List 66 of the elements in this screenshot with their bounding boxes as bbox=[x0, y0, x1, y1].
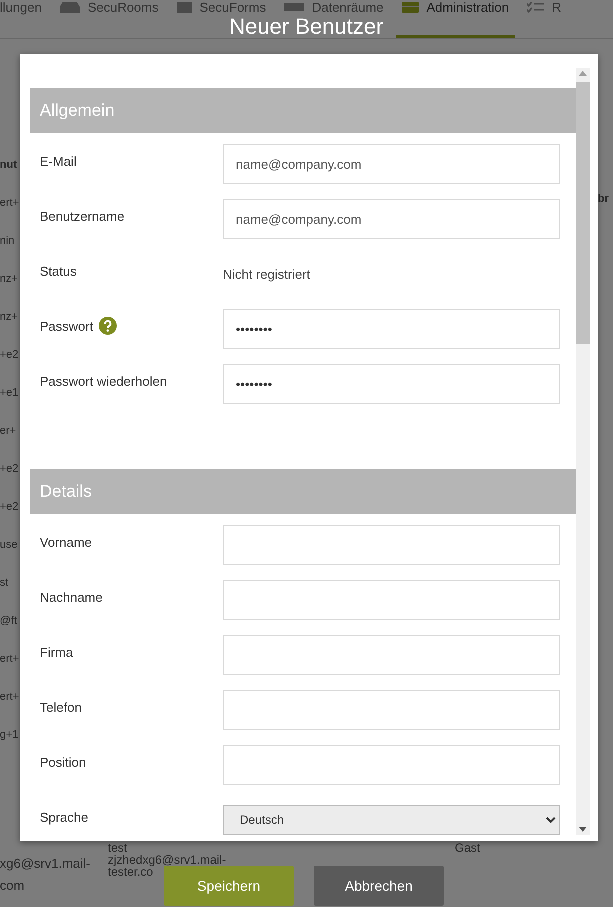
field-label: Vorname bbox=[40, 534, 92, 550]
field-label: Sprache bbox=[40, 810, 88, 824]
nav-tab[interactable]: SecuRooms bbox=[60, 0, 159, 14]
cancel-button[interactable]: Abbrechen bbox=[314, 866, 444, 906]
field-label: Telefon bbox=[40, 700, 82, 714]
input-field[interactable] bbox=[223, 635, 560, 675]
help-icon[interactable] bbox=[99, 317, 118, 335]
section-header: Details bbox=[30, 469, 576, 514]
briefcase-icon bbox=[402, 2, 419, 12]
field-label: Position bbox=[40, 754, 86, 770]
dialog-title: Neuer Benutzer bbox=[229, 15, 384, 39]
scrollbar-thumb[interactable] bbox=[576, 82, 590, 344]
list-icon bbox=[527, 2, 544, 12]
table-cell: tester.co bbox=[108, 866, 154, 878]
scroll-down-icon[interactable] bbox=[579, 827, 587, 832]
table-cell: g+1 bbox=[0, 728, 19, 742]
table-cell: nz+ bbox=[0, 272, 18, 286]
field-label: Status bbox=[40, 264, 77, 278]
nav-tab[interactable]: SecuForms bbox=[176, 0, 266, 14]
nav-tab[interactable]: Datenräume bbox=[284, 0, 384, 14]
input-field[interactable] bbox=[223, 580, 560, 620]
nav-tab[interactable]: Administration bbox=[402, 0, 510, 14]
table-cell: nin bbox=[0, 234, 15, 248]
tray-icon bbox=[60, 2, 80, 12]
field-label: E-Mail bbox=[40, 154, 77, 168]
table-header-cell: br bbox=[598, 193, 609, 205]
input-field[interactable]: name@company.com bbox=[223, 144, 560, 184]
input-field[interactable] bbox=[223, 525, 560, 565]
field-label: Passwort bbox=[40, 318, 94, 334]
table-cell: +e2 bbox=[0, 500, 19, 514]
field-label: Passwort wiederholen bbox=[40, 374, 168, 388]
field-label: Firma bbox=[40, 644, 74, 660]
input-field[interactable]: •••••••• bbox=[223, 309, 560, 349]
table-cell: use bbox=[0, 538, 18, 552]
table-cell: ert+ bbox=[0, 652, 20, 666]
box-icon bbox=[176, 2, 192, 12]
table-cell: st bbox=[0, 576, 9, 590]
language-dropdown[interactable]: Deutsch bbox=[223, 805, 560, 835]
table-cell: er+ bbox=[0, 424, 16, 438]
table-cell: zjzhedxg6@srv1.mail- bbox=[108, 854, 226, 866]
scrollbar[interactable] bbox=[576, 68, 590, 835]
input-field[interactable]: •••••••• bbox=[223, 364, 560, 404]
table-cell-text: com bbox=[0, 877, 25, 895]
table-cell: +e2 bbox=[0, 462, 19, 476]
table-cell-text: xg6@srv1.mail- bbox=[0, 855, 90, 873]
table-cell: +e2 bbox=[0, 348, 19, 362]
table-cell: nz+ bbox=[0, 310, 18, 324]
scroll-up-icon[interactable] bbox=[579, 71, 587, 76]
field-label: Benutzername bbox=[40, 208, 125, 224]
save-button[interactable]: Speichern bbox=[164, 866, 294, 906]
input-field[interactable]: name@company.com bbox=[223, 199, 560, 239]
table-cell: +e1 bbox=[0, 386, 19, 400]
nav-tab[interactable]: llungen bbox=[0, 0, 42, 14]
nav-tab[interactable]: R bbox=[527, 0, 562, 14]
table-cell: Gast bbox=[455, 842, 480, 854]
field-label: Nachname bbox=[40, 590, 103, 604]
table-cell: test bbox=[108, 842, 128, 854]
table-cell: ert+ bbox=[0, 690, 20, 704]
input-field[interactable] bbox=[223, 745, 560, 785]
table-cell: @ft bbox=[0, 614, 18, 628]
section-header: Allgemein bbox=[30, 88, 576, 133]
folder-icon bbox=[284, 3, 304, 11]
table-header-cell: nut bbox=[0, 158, 18, 172]
table-cell: ert+ bbox=[0, 196, 20, 210]
status-value: Nicht registriert bbox=[223, 266, 310, 282]
input-field[interactable] bbox=[223, 690, 560, 730]
